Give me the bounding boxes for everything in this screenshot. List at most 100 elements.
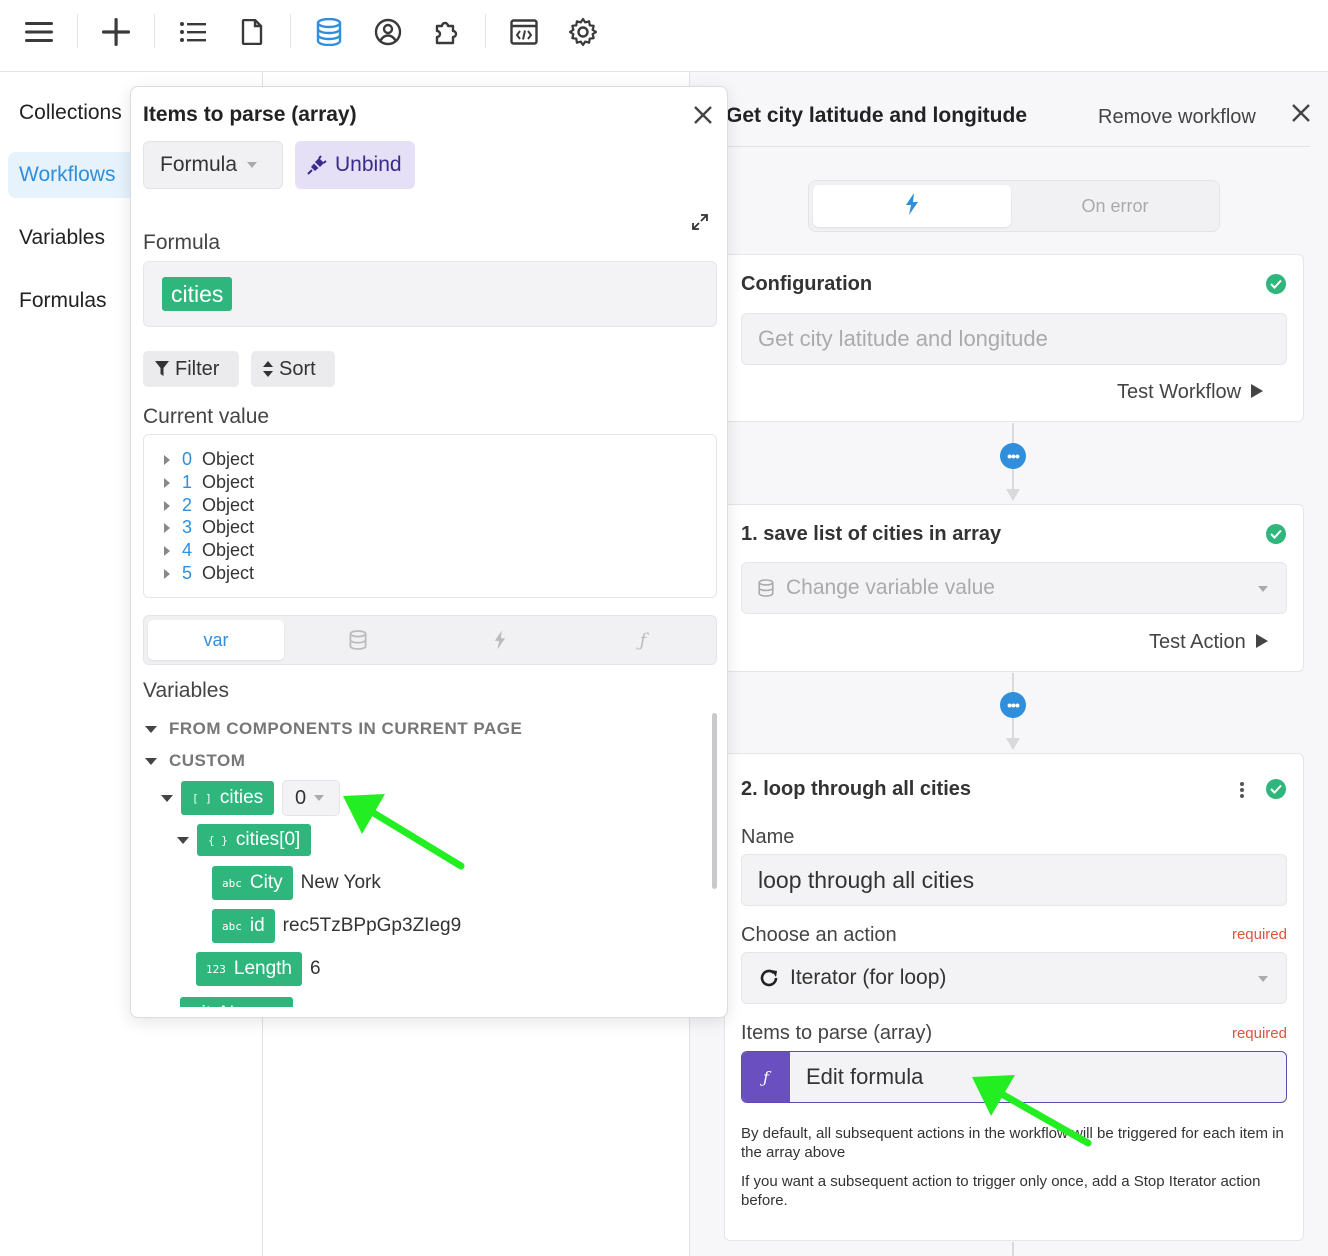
variable-chip-cities[interactable]: [ ] cities	[181, 781, 275, 815]
nav-item-variables[interactable]: Variables	[8, 215, 105, 261]
current-value-label: Current value	[143, 405, 270, 428]
toolbar-separator	[485, 14, 486, 48]
menu-icon[interactable]	[21, 14, 57, 50]
current-value-viewer: 0 Object 1 Object 2 Object 3 Object 4 Object …	[143, 434, 717, 598]
variable-chip-city[interactable]: abc City	[212, 866, 293, 900]
top-toolbar	[0, 0, 1328, 72]
nav-item-workflows[interactable]: Workflows	[8, 152, 142, 198]
object-type-icon: { }	[208, 833, 228, 847]
variable-chip-length[interactable]: 123 Length	[196, 952, 302, 986]
flow-arrow-icon	[1006, 738, 1020, 750]
test-action-button[interactable]: Test Action	[1149, 631, 1268, 654]
caret-down-icon	[145, 757, 157, 765]
group-components-toggle[interactable]: FROM COMPONENTS IN CURRENT PAGE	[145, 719, 522, 739]
test-action-label: Test Action	[1149, 631, 1246, 653]
choose-action-label: Choose an action	[741, 924, 897, 946]
group-custom-toggle[interactable]: CUSTOM	[145, 751, 245, 771]
formula-label: Formula	[143, 231, 221, 254]
flow-connector	[1012, 469, 1014, 489]
edit-formula-button[interactable]: ƒ Edit formula	[741, 1051, 1287, 1103]
tree-row-length: 123 Length 6	[196, 952, 321, 986]
tab-database[interactable]	[290, 620, 426, 660]
nav-item-formulas[interactable]: Formulas	[8, 278, 107, 324]
workflow-name-input[interactable]: Get city latitude and longitude	[741, 313, 1287, 365]
variable-chip-cities0[interactable]: { } cities[0]	[197, 824, 312, 856]
variable-value: New York	[300, 872, 381, 893]
action-select-value: Change variable value	[786, 576, 995, 599]
value-row[interactable]: 4 Object	[164, 540, 254, 561]
variable-value: 6	[310, 958, 321, 979]
value-row[interactable]: 2 Object	[164, 495, 254, 516]
more-dots-icon[interactable]: •••	[1000, 692, 1026, 718]
header-divider	[726, 146, 1310, 147]
more-dots-icon[interactable]: •••	[1000, 443, 1026, 469]
action-select[interactable]: Change variable value	[741, 562, 1287, 614]
mode-select[interactable]: Formula	[143, 141, 283, 189]
refresh-icon	[758, 967, 780, 989]
sort-button[interactable]: Sort	[251, 351, 335, 387]
remove-workflow-button[interactable]: Remove workflow	[1098, 106, 1256, 129]
plugin-icon[interactable]	[429, 14, 465, 50]
unbind-button[interactable]: Unbind	[295, 141, 415, 189]
tab-formulas[interactable]: ƒ	[574, 620, 712, 660]
close-icon[interactable]	[691, 103, 715, 127]
action-select[interactable]: Iterator (for loop)	[741, 952, 1287, 1004]
formula-editor[interactable]: cities	[143, 261, 717, 327]
configuration-card: Configuration Get city latitude and long…	[724, 254, 1304, 422]
value-row[interactable]: 3 Object	[164, 517, 254, 538]
expand-icon[interactable]	[691, 213, 709, 231]
add-icon[interactable]	[98, 14, 134, 50]
user-circle-icon[interactable]	[370, 14, 406, 50]
nav-item-label: Workflows	[19, 163, 116, 186]
array-type-icon: [ ]	[192, 791, 212, 805]
number-type-icon: 123	[206, 962, 226, 976]
close-icon[interactable]	[1288, 100, 1314, 126]
caret-down-icon[interactable]	[177, 836, 189, 844]
database-icon	[758, 579, 774, 597]
tree-row-clip: cityNames	[180, 997, 314, 1007]
index-select[interactable]: 0	[282, 780, 340, 816]
gear-icon[interactable]	[565, 14, 601, 50]
code-window-icon[interactable]	[506, 14, 542, 50]
variables-label: Variables	[143, 679, 229, 702]
nav-item-collections[interactable]: Collections	[8, 90, 122, 136]
tab-trigger[interactable]	[813, 185, 1011, 227]
unbind-label: Unbind	[335, 153, 402, 176]
database-icon[interactable]	[311, 14, 347, 50]
step1-card: 1. save list of cities in array Change v…	[724, 504, 1304, 672]
step-name-input[interactable]: loop through all cities	[741, 854, 1287, 906]
action-select-value: Iterator (for loop)	[790, 966, 947, 989]
scrollbar[interactable]	[712, 713, 717, 889]
tab-var[interactable]: var	[148, 620, 284, 660]
formula-variable-chip[interactable]: cities	[162, 277, 233, 311]
tab-trigger[interactable]	[432, 620, 568, 660]
flow-connector	[1012, 718, 1014, 738]
help-text: By default, all subsequent actions in th…	[741, 1125, 1284, 1161]
filter-label: Filter	[175, 357, 220, 380]
variable-chip-id[interactable]: abc id	[212, 909, 275, 943]
edit-formula-label: Edit formula	[806, 1064, 924, 1089]
variable-chip-citynames[interactable]: cityNames	[180, 997, 293, 1007]
value-row[interactable]: 5 Object	[164, 563, 254, 584]
check-circle-icon	[1266, 524, 1286, 544]
value-row[interactable]: 0 Object	[164, 449, 254, 470]
formula-icon: ƒ	[639, 629, 647, 651]
filter-button[interactable]: Filter	[143, 351, 239, 387]
page-icon[interactable]	[234, 14, 270, 50]
text-type-icon: abc	[222, 876, 242, 890]
card-title: 1. save list of cities in array	[741, 523, 1002, 545]
tab-on-error[interactable]: On error	[1013, 185, 1217, 227]
items-to-parse-label: Items to parse (array)	[741, 1022, 933, 1044]
nav-item-label: Variables	[19, 226, 105, 249]
toolbar-separator	[77, 14, 78, 48]
text-type-icon: abc	[222, 919, 242, 933]
flow-connector	[1012, 1242, 1014, 1256]
caret-down-icon[interactable]	[161, 794, 173, 802]
test-workflow-button[interactable]: Test Workflow	[1117, 381, 1264, 404]
toolbar-separator	[154, 14, 155, 48]
value-row[interactable]: 1 Object	[164, 472, 254, 493]
chevron-down-icon	[1258, 976, 1268, 982]
list-icon[interactable]	[175, 14, 211, 50]
chevron-down-icon	[247, 162, 258, 168]
kebab-menu-icon[interactable]	[1236, 780, 1248, 800]
